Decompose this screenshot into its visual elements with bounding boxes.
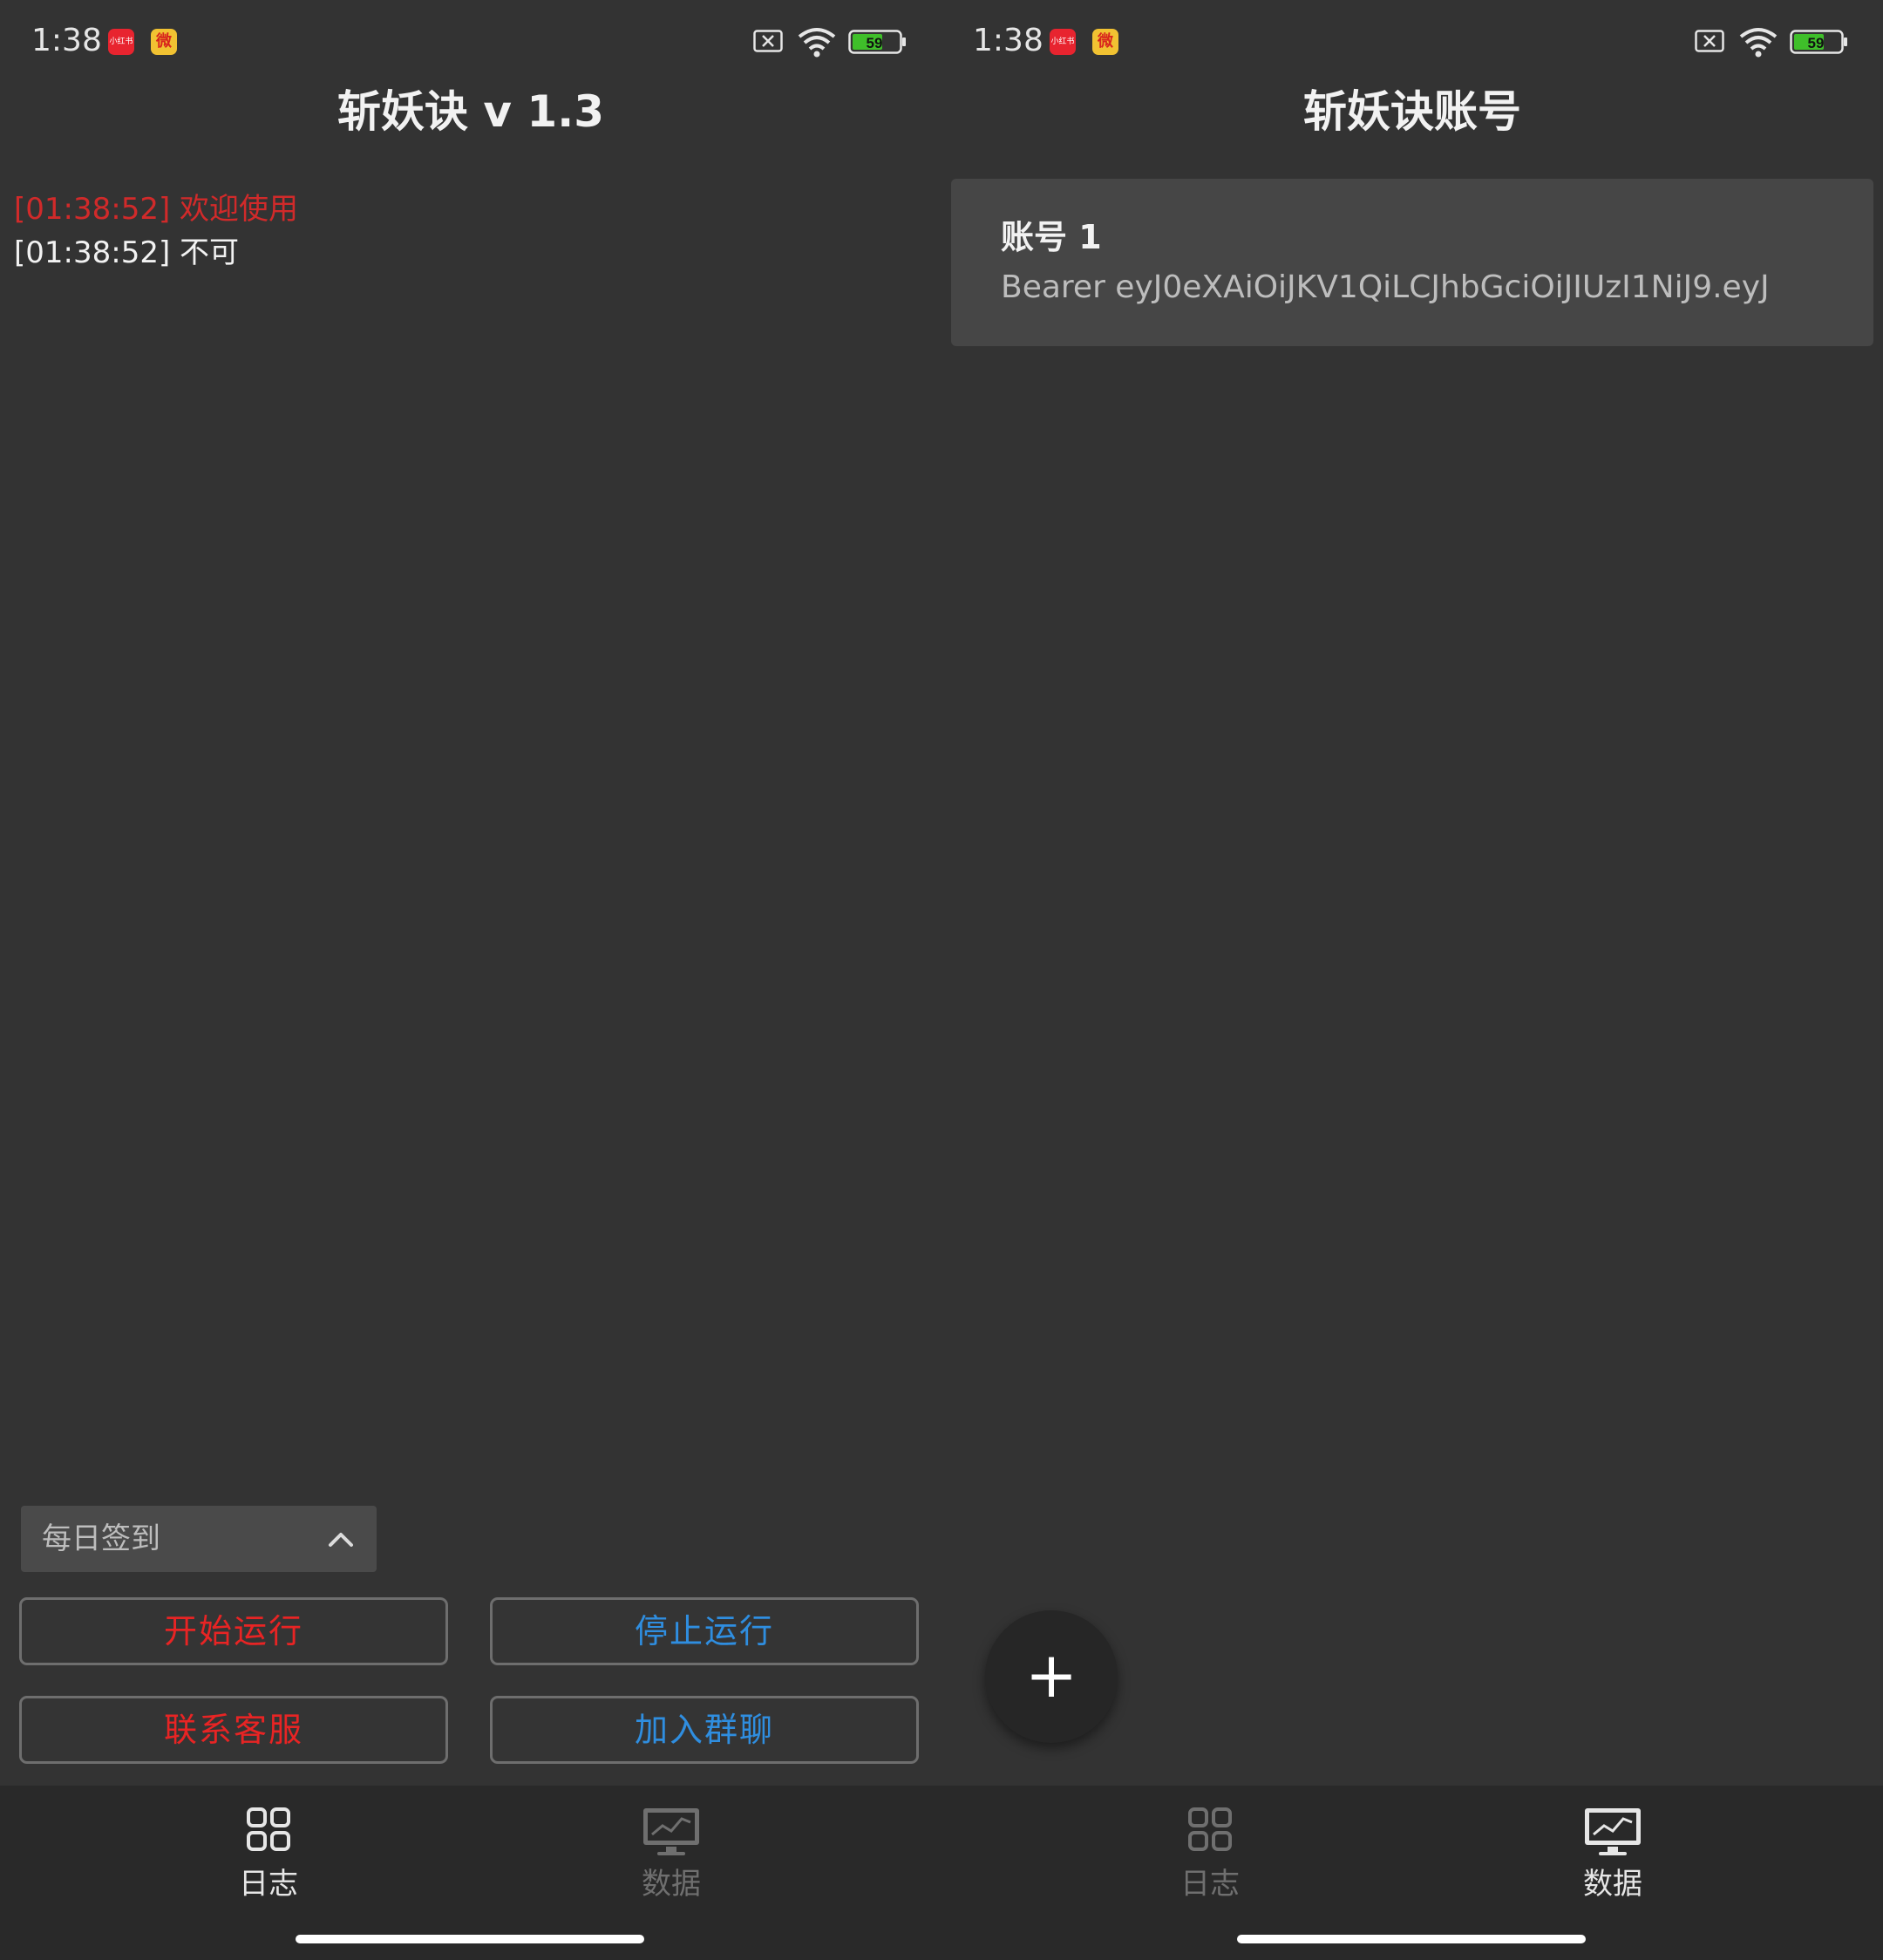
sim-off-icon	[753, 30, 783, 52]
nav-tab-log[interactable]: 日志	[1123, 1786, 1297, 1908]
start-run-button[interactable]: 开始运行	[19, 1597, 448, 1665]
log-output: [01:38:52] 欢迎使用 [01:38:52] 不可	[14, 187, 921, 275]
nav-tab-log-label: 日志	[239, 1867, 298, 1902]
grid-icon	[1188, 1807, 1232, 1851]
xiaohongshu-app-icon: 小红书	[1050, 29, 1076, 55]
wifi-icon	[1739, 28, 1778, 58]
home-indicator[interactable]	[1237, 1935, 1586, 1943]
xiaohongshu-app-icon: 小红书	[108, 29, 134, 55]
status-time: 1:38	[31, 23, 102, 58]
svg-text:59: 59	[867, 35, 883, 51]
wifi-icon	[798, 28, 836, 58]
home-indicator[interactable]	[296, 1935, 644, 1943]
nav-tab-data[interactable]: 数据	[584, 1786, 758, 1908]
sim-off-icon	[1695, 30, 1724, 52]
monitor-chart-icon	[643, 1808, 699, 1855]
log-line: [01:38:52] 欢迎使用	[14, 192, 299, 227]
weibo-app-icon: 微	[151, 29, 177, 55]
battery-icon: 59	[848, 30, 906, 54]
status-bar: 1:38 小红书 微 59	[942, 0, 1883, 83]
status-bar: 1:38 小红书 微 59	[0, 0, 942, 83]
battery-icon: 59	[1790, 30, 1847, 54]
grid-icon	[247, 1807, 290, 1851]
chevron-up-icon	[329, 1533, 353, 1547]
account-token: Bearer eyJ0eXAiOiJKV1QiLCJhbGciOiJIUzI1N…	[1001, 269, 1770, 305]
join-group-button[interactable]: 加入群聊	[490, 1696, 919, 1764]
add-account-button[interactable]: +	[985, 1610, 1118, 1743]
nav-tab-log-label: 日志	[1180, 1867, 1240, 1902]
bottom-nav: 日志 数据	[942, 1786, 1883, 1960]
nav-tab-log[interactable]: 日志	[181, 1786, 356, 1908]
contact-support-button[interactable]: 联系客服	[19, 1696, 448, 1764]
page-title: 斩妖诀 v 1.3	[337, 86, 604, 137]
accounts-screen: 1:38 小红书 微 59 斩妖诀账号 账号 1 Bearer eyJ0eXAi…	[942, 0, 1883, 1960]
status-time: 1:38	[973, 23, 1043, 58]
account-card[interactable]: 账号 1 Bearer eyJ0eXAiOiJKV1QiLCJhbGciOiJI…	[951, 179, 1873, 346]
page-title: 斩妖诀账号	[1303, 86, 1521, 137]
nav-tab-data[interactable]: 数据	[1526, 1786, 1700, 1908]
task-select-value: 每日签到	[42, 1521, 160, 1556]
log-line: [01:38:52] 不可	[14, 235, 240, 270]
monitor-chart-icon	[1585, 1808, 1641, 1855]
log-screen: 1:38 小红书 微 59 斩妖诀 v 1.3 [01:38:52] 欢迎使用 …	[0, 0, 942, 1960]
bottom-nav: 日志 数据	[0, 1786, 942, 1960]
task-select[interactable]: 每日签到	[21, 1506, 377, 1572]
nav-tab-data-label: 数据	[642, 1867, 701, 1902]
weibo-app-icon: 微	[1092, 29, 1118, 55]
svg-text:59: 59	[1808, 35, 1825, 51]
stop-run-button[interactable]: 停止运行	[490, 1597, 919, 1665]
account-name: 账号 1	[1001, 218, 1102, 256]
nav-tab-data-label: 数据	[1583, 1867, 1642, 1902]
